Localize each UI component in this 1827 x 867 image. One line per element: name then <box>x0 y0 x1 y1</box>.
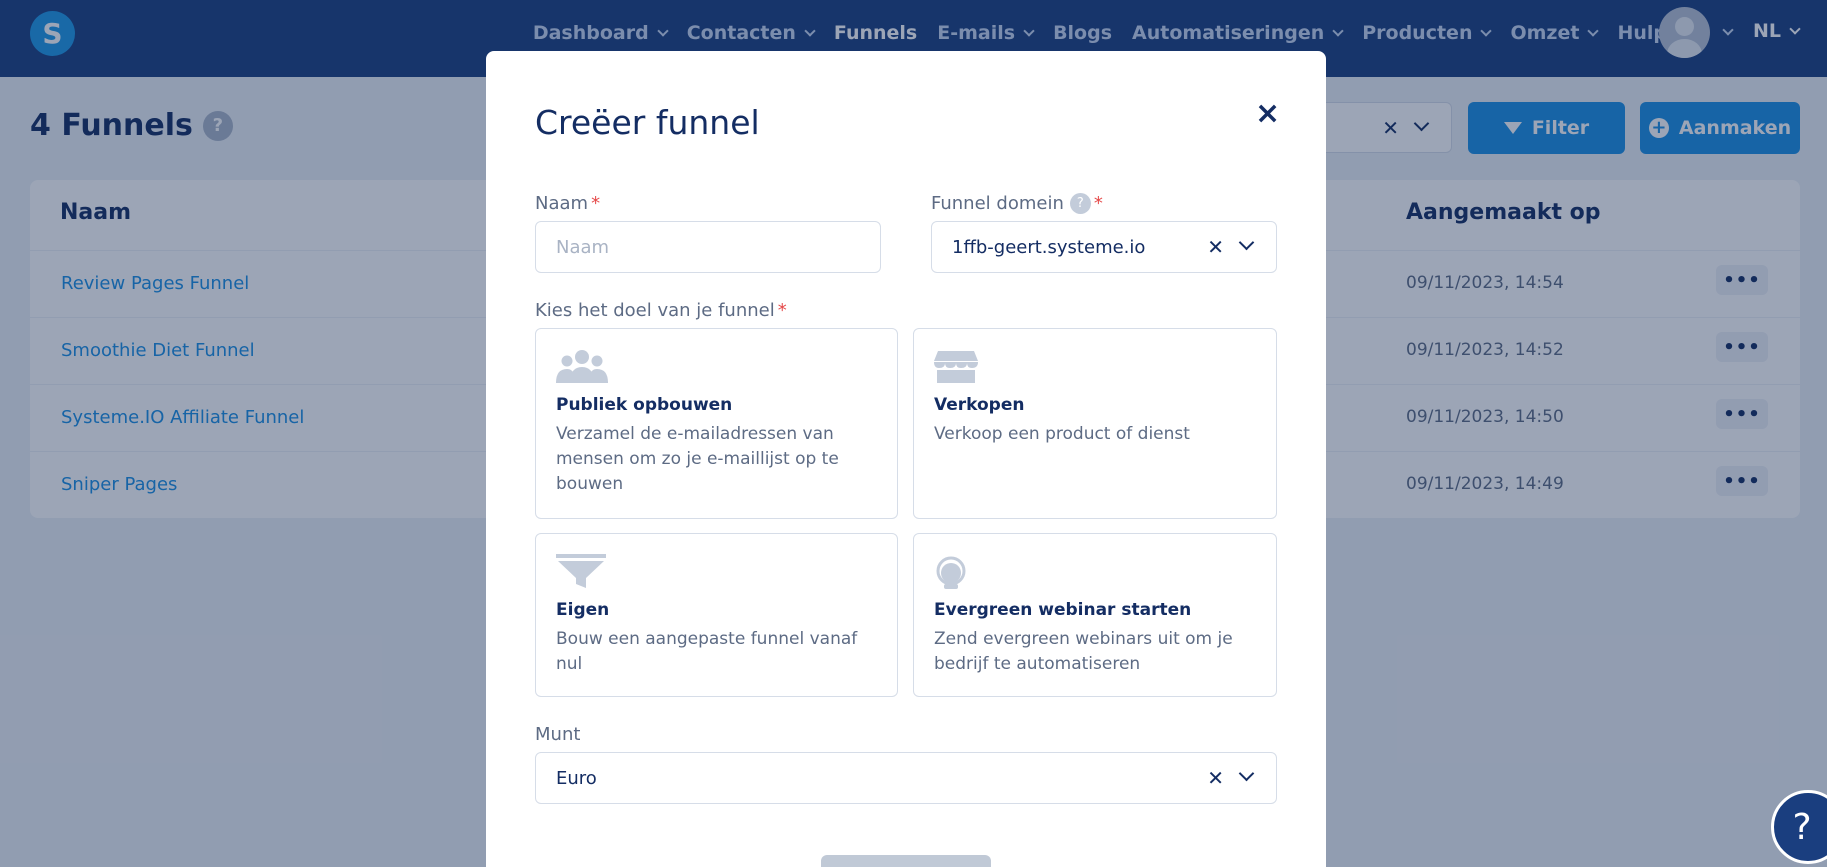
clear-icon[interactable]: ✕ <box>1207 235 1224 259</box>
goal-card-title: Verkopen <box>934 395 1025 415</box>
currency-select[interactable]: Euro ✕ <box>535 752 1277 804</box>
domain-select[interactable]: 1ffb-geert.systeme.io ✕ <box>931 221 1277 273</box>
goal-card-description: Zend evergreen webinars uit om je bedrij… <box>934 629 1233 674</box>
goal-card-description: Verzamel de e-mailadressen van mensen om… <box>556 424 839 494</box>
help-icon[interactable]: ? <box>1069 193 1091 214</box>
required-marker: * <box>591 193 601 214</box>
goal-card-eigen[interactable]: Eigen Bouw een aangepaste funnel vanaf n… <box>535 533 898 697</box>
close-icon[interactable]: × <box>1255 96 1280 131</box>
currency-label: Munt <box>535 724 581 745</box>
goal-card-description: Verkoop een product of dienst <box>934 424 1190 444</box>
people-icon <box>556 350 608 383</box>
headset-icon <box>936 556 966 589</box>
goal-card-title: Eigen <box>556 600 610 620</box>
store-icon <box>934 351 978 383</box>
goal-card-description: Bouw een aangepaste funnel vanaf nul <box>556 629 858 674</box>
funnel-icon <box>556 554 606 588</box>
create-funnel-modal: Creëer funnel × Naam * Naam Funnel domein… <box>486 51 1326 867</box>
goal-card-title: Evergreen webinar starten <box>934 600 1192 620</box>
name-label: Naam * <box>535 193 601 214</box>
goal-card-verkopen[interactable]: Verkopen Verkoop een product of dienst <box>913 328 1277 519</box>
submit-button[interactable] <box>821 855 991 867</box>
goal-label: Kies het doel van je funnel * <box>535 300 787 321</box>
goal-card-title: Publiek opbouwen <box>556 395 733 415</box>
domain-label: Funnel domein ? * <box>931 193 1103 214</box>
modal-title: Creëer funnel <box>535 103 760 142</box>
goal-card-webinar[interactable]: Evergreen webinar starten Zend evergreen… <box>913 533 1277 697</box>
required-marker: * <box>1093 193 1103 214</box>
name-input[interactable]: Naam <box>535 221 881 273</box>
clear-icon[interactable]: ✕ <box>1207 766 1224 790</box>
required-marker: * <box>777 300 787 321</box>
chevron-down-icon[interactable] <box>1238 234 1255 251</box>
goal-card-publiek[interactable]: Publiek opbouwen Verzamel de e-mailadres… <box>535 328 898 519</box>
chevron-down-icon[interactable] <box>1238 765 1255 782</box>
